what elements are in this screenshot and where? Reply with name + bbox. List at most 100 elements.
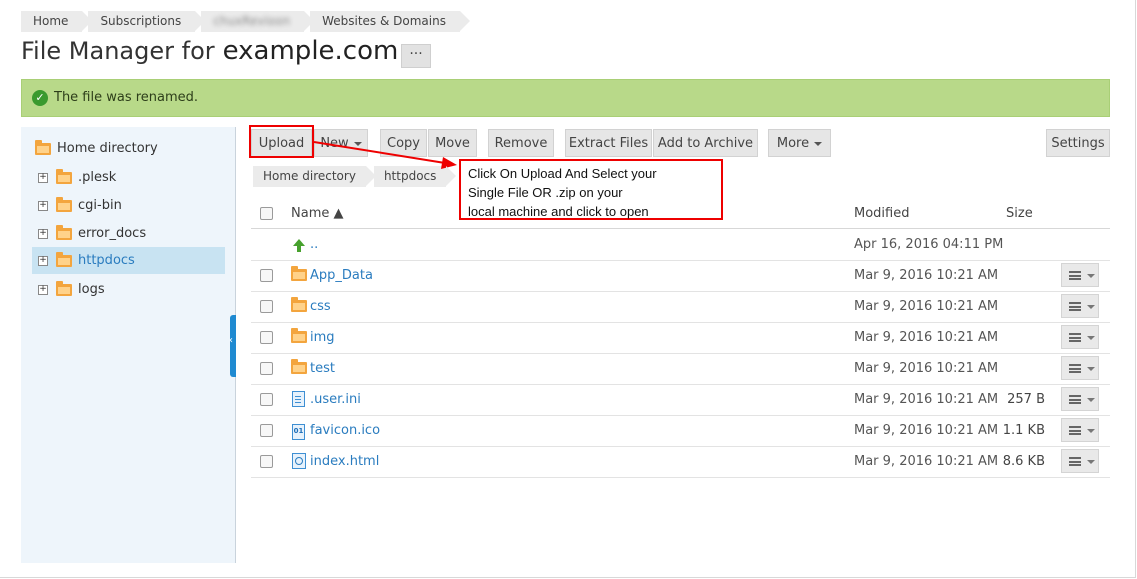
tree-item-httpdocs[interactable]: + httpdocs — [32, 247, 225, 274]
tree-root-label: Home directory — [57, 141, 158, 156]
modified-column-header[interactable]: Modified — [854, 206, 909, 221]
row-checkbox[interactable] — [260, 269, 273, 282]
tree-item-error-docs[interactable]: + error_docs — [32, 220, 225, 247]
path-label: Home directory — [263, 169, 356, 183]
page-title-prefix: File Manager for — [21, 37, 215, 65]
table-row: 01 favicon.ico Mar 9, 2016 10:21 AM 1.1 … — [251, 415, 1110, 447]
row-checkbox[interactable] — [260, 331, 273, 344]
success-alert: ✓ The file was renamed. — [21, 79, 1110, 117]
file-name-link[interactable]: App_Data — [310, 268, 373, 283]
select-all-checkbox[interactable] — [260, 207, 273, 220]
breadcrumb-home[interactable]: Home — [21, 11, 93, 32]
table-row: .user.ini Mar 9, 2016 10:21 AM 257 B — [251, 384, 1110, 416]
breadcrumb-subscriptions[interactable]: Subscriptions — [88, 11, 206, 32]
row-actions-menu[interactable] — [1061, 263, 1099, 287]
new-button[interactable]: New — [314, 129, 368, 157]
file-modified: Mar 9, 2016 10:21 AM — [854, 361, 999, 376]
expand-icon[interactable]: + — [38, 255, 48, 266]
tree-item-logs[interactable]: + logs — [32, 276, 225, 303]
breadcrumb-label: Subscriptions — [100, 14, 182, 28]
collapse-panel-handle[interactable] — [229, 315, 236, 377]
caret-down-icon — [1087, 367, 1095, 371]
settings-label: Settings — [1051, 136, 1105, 151]
copy-label: Copy — [387, 136, 420, 151]
file-modified: Mar 9, 2016 10:21 AM — [854, 299, 999, 314]
tree-item-label: logs — [78, 282, 105, 297]
tree-item-label: httpdocs — [78, 253, 135, 268]
row-checkbox[interactable] — [260, 362, 273, 375]
menu-icon — [1069, 426, 1081, 435]
breadcrumb-label: Websites & Domains — [322, 14, 446, 28]
menu-icon — [1069, 333, 1081, 342]
tree-item-label: cgi-bin — [78, 198, 122, 213]
path-home-directory[interactable]: Home directory — [253, 166, 376, 187]
move-button[interactable]: Move — [428, 129, 477, 157]
more-button[interactable]: More — [768, 129, 831, 157]
table-row: test Mar 9, 2016 10:21 AM — [251, 353, 1110, 385]
html-file-icon — [292, 453, 306, 473]
folder-icon — [56, 224, 72, 240]
title-menu-button[interactable]: ··· — [401, 44, 431, 68]
tree-item-plesk[interactable]: + .plesk — [32, 164, 225, 191]
breadcrumb-websites-domains[interactable]: Websites & Domains — [310, 11, 470, 32]
menu-icon — [1069, 302, 1081, 311]
row-actions-menu[interactable] — [1061, 418, 1099, 442]
caret-down-icon — [1087, 274, 1095, 278]
copy-button[interactable]: Copy — [380, 129, 427, 157]
settings-button[interactable]: Settings — [1046, 129, 1110, 157]
breadcrumb-subscription-name[interactable]: chuxRevioon — [201, 11, 314, 32]
file-name-link[interactable]: css — [310, 299, 331, 314]
file-name-link[interactable]: .user.ini — [310, 392, 361, 407]
row-checkbox[interactable] — [260, 424, 273, 437]
row-checkbox[interactable] — [260, 393, 273, 406]
table-row-parent[interactable]: .. Apr 16, 2016 04:11 PM — [251, 229, 1110, 261]
size-column-header[interactable]: Size — [1006, 206, 1033, 221]
table-row: img Mar 9, 2016 10:21 AM — [251, 322, 1110, 354]
page-title-domain: example.com — [222, 36, 399, 66]
tree-item-label: .plesk — [78, 170, 117, 185]
caret-down-icon — [1087, 398, 1095, 402]
move-label: Move — [435, 136, 470, 151]
row-actions-menu[interactable] — [1061, 356, 1099, 380]
row-actions-menu[interactable] — [1061, 325, 1099, 349]
expand-icon[interactable]: + — [38, 200, 48, 211]
add-to-archive-button[interactable]: Add to Archive — [653, 129, 758, 157]
expand-icon[interactable]: + — [38, 172, 48, 183]
add-archive-label: Add to Archive — [657, 136, 754, 151]
menu-icon — [1069, 457, 1081, 466]
file-name-link[interactable]: .. — [310, 237, 318, 252]
file-table-header: Name ▲ Modified Size — [251, 198, 1110, 229]
binary-file-icon: 01 — [292, 422, 305, 440]
row-checkbox[interactable] — [260, 300, 273, 313]
remove-button[interactable]: Remove — [488, 129, 554, 157]
caret-down-icon — [814, 141, 823, 146]
row-actions-menu[interactable] — [1061, 449, 1099, 473]
table-row: App_Data Mar 9, 2016 10:21 AM — [251, 260, 1110, 292]
expand-icon[interactable]: + — [38, 228, 48, 239]
file-name-link[interactable]: index.html — [310, 454, 379, 469]
row-checkbox[interactable] — [260, 455, 273, 468]
file-name-link[interactable]: test — [310, 361, 335, 376]
tree-item-cgi-bin[interactable]: + cgi-bin — [32, 192, 225, 219]
name-column-header[interactable]: Name ▲ — [291, 206, 343, 221]
row-actions-menu[interactable] — [1061, 387, 1099, 411]
breadcrumb-label: chuxRevioon — [213, 14, 291, 28]
extract-files-button[interactable]: Extract Files — [565, 129, 652, 157]
tree-item-label: error_docs — [78, 226, 147, 241]
expand-icon[interactable]: + — [38, 284, 48, 295]
row-actions-menu[interactable] — [1061, 294, 1099, 318]
caret-down-icon — [353, 141, 362, 146]
folder-icon — [56, 251, 72, 267]
path-httpdocs[interactable]: httpdocs — [373, 166, 457, 187]
folder-icon — [56, 168, 72, 184]
tree-root-home[interactable]: Home directory — [35, 139, 158, 156]
alert-message: The file was renamed. — [54, 90, 199, 105]
file-name-link[interactable]: img — [310, 330, 335, 345]
breadcrumb-label: Home — [33, 14, 69, 28]
page-title: File Manager for example.com — [21, 36, 398, 66]
file-modified: Apr 16, 2016 04:11 PM — [854, 237, 1004, 252]
file-name-link[interactable]: favicon.ico — [310, 423, 380, 438]
ellipsis-icon: ··· — [409, 46, 423, 62]
path-label: httpdocs — [383, 169, 437, 183]
more-label: More — [776, 136, 810, 151]
